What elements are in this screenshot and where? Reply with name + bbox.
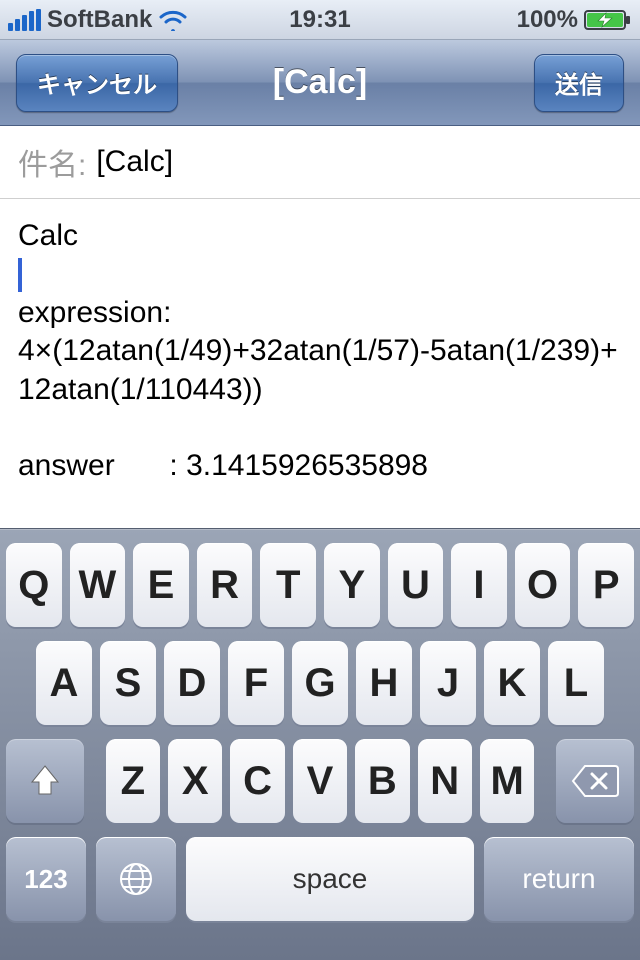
globe-icon [117,860,155,898]
key-m[interactable]: M [480,739,534,823]
key-shift[interactable] [6,739,84,823]
battery-icon [584,9,632,31]
key-r[interactable]: R [197,543,253,627]
text-caret [18,258,22,292]
key-h[interactable]: H [356,641,412,725]
key-v[interactable]: V [293,739,347,823]
key-c[interactable]: C [230,739,284,823]
key-delete[interactable] [556,739,634,823]
key-n[interactable]: N [418,739,472,823]
key-a[interactable]: A [36,641,92,725]
body-blank-1 [18,409,622,447]
key-w[interactable]: W [70,543,126,627]
send-button[interactable]: 送信 [534,54,624,112]
message-body[interactable]: Calc expression: 4×(12atan(1/49)+32atan(… [0,199,640,486]
backspace-icon [571,764,619,798]
shift-icon [26,762,64,800]
subject-value: [Calc] [96,145,173,179]
key-s[interactable]: S [100,641,156,725]
carrier-label: SoftBank [47,6,152,34]
key-d[interactable]: D [164,641,220,725]
keyboard-row-1: Q W E R T Y U I O P [0,543,640,627]
key-p[interactable]: P [578,543,634,627]
caret-line [18,255,622,293]
cancel-button-label: キャンセル [37,65,157,100]
key-o[interactable]: O [515,543,571,627]
keyboard-row-2: A S D F G H J K L [0,641,640,725]
key-numbers[interactable]: 123 [6,837,86,921]
key-u[interactable]: U [388,543,444,627]
status-right: 100% [517,6,632,34]
key-return[interactable]: return [484,837,634,921]
key-l[interactable]: L [548,641,604,725]
key-k[interactable]: K [484,641,540,725]
cancel-button[interactable]: キャンセル [16,54,178,112]
status-bar: SoftBank 19:31 100% [0,0,640,40]
key-t[interactable]: T [260,543,316,627]
key-j[interactable]: J [420,641,476,725]
body-answer-value: : 3.1415926535898 [169,449,428,482]
body-expression-label: expression: [18,294,622,332]
body-line-title: Calc [18,217,622,255]
key-globe[interactable] [96,837,176,921]
battery-percent-label: 100% [517,6,578,34]
key-q[interactable]: Q [6,543,62,627]
key-f[interactable]: F [228,641,284,725]
key-b[interactable]: B [355,739,409,823]
body-expression-value: 4×(12atan(1/49)+32atan(1/57)-5atan(1/239… [18,332,618,409]
key-e[interactable]: E [133,543,189,627]
keyboard: Q W E R T Y U I O P A S D F G H J K L Z … [0,528,640,960]
wifi-icon [158,9,188,31]
key-y[interactable]: Y [324,543,380,627]
key-x[interactable]: X [168,739,222,823]
signal-icon [8,9,41,31]
body-answer-line: answer : 3.1415926535898 [18,447,622,485]
nav-bar: キャンセル [Calc] 送信 [0,40,640,126]
send-button-label: 送信 [555,65,603,100]
status-left: SoftBank [8,6,188,34]
key-i[interactable]: I [451,543,507,627]
keyboard-row-3: Z X C V B N M [0,739,640,823]
key-space[interactable]: space [186,837,474,921]
subject-row[interactable]: 件名: [Calc] [0,126,640,199]
nav-title: [Calc] [273,63,367,102]
keyboard-row-4: 123 space return [0,837,640,921]
key-g[interactable]: G [292,641,348,725]
body-answer-label: answer [18,449,115,482]
key-z[interactable]: Z [106,739,160,823]
subject-label: 件名: [18,140,86,184]
clock-label: 19:31 [289,6,350,34]
